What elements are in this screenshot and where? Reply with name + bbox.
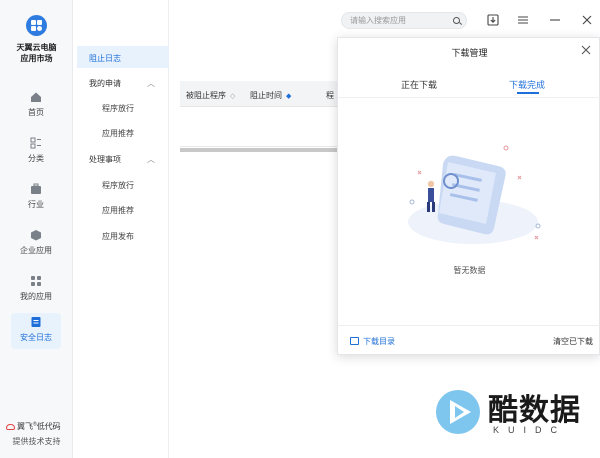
search-icon[interactable] xyxy=(453,17,460,24)
rail-item-label: 首页 xyxy=(28,108,44,117)
sub-nav: 阻止日志 我的申请 ︿ 程序放行 应用推荐 处理事项 ︿ 程序放行 应用推荐 应… xyxy=(73,0,169,458)
tab-downloading[interactable]: 正在下载 xyxy=(401,78,437,91)
sort-active-icon: ◆ xyxy=(286,93,292,100)
search-input[interactable] xyxy=(350,16,450,25)
clear-downloaded-button[interactable]: 清空已下载 xyxy=(553,336,593,347)
watermark-text: 酷数据 xyxy=(488,394,581,427)
subnav-item-app-publish[interactable]: 应用发布 xyxy=(102,231,134,242)
tabs-divider xyxy=(338,97,600,98)
rail-item-my-apps[interactable]: 我的应用 xyxy=(11,272,61,306)
group-label: 我的申请 xyxy=(89,79,121,88)
rail-item-label: 行业 xyxy=(28,200,44,209)
minimize-icon[interactable] xyxy=(547,12,563,28)
subnav-item-program-release[interactable]: 程序放行 xyxy=(102,103,134,114)
cube-icon xyxy=(31,230,41,241)
rail-item-label: 企业应用 xyxy=(20,246,52,255)
subnav-item-app-recommend[interactable]: 应用推荐 xyxy=(102,205,134,216)
footer-support-text: 提供技术支持 xyxy=(12,437,61,446)
rail-item-label: 分类 xyxy=(28,154,44,163)
footer-brand-suffix: 低代码 xyxy=(36,422,61,431)
app-logo xyxy=(26,15,47,36)
column-header-blocked-program[interactable]: 被阻止程序 ◇ xyxy=(186,90,235,101)
download-directory-link[interactable]: 下载目录 xyxy=(350,336,395,347)
download-manager-panel: 下载管理 正在下载 下载完成 暂无数据 下载目录 清空已下载 xyxy=(337,37,600,355)
cloud-logo-icon xyxy=(6,423,15,430)
close-window-icon[interactable] xyxy=(579,12,595,28)
rail-item-industry[interactable]: 行业 xyxy=(11,180,61,214)
folder-icon xyxy=(350,337,359,345)
footer-brand: 翼飞®低代码 xyxy=(6,421,70,432)
close-icon[interactable] xyxy=(580,44,592,56)
category-icon xyxy=(30,137,41,149)
group-label: 处理事项 xyxy=(89,155,121,164)
home-icon xyxy=(31,92,41,102)
column-header-partial[interactable]: 程 xyxy=(326,90,334,101)
horizontal-scrollbar[interactable] xyxy=(180,148,340,152)
tab-download-complete[interactable]: 下载完成 xyxy=(509,78,545,91)
subnav-item-block-log[interactable]: 阻止日志 xyxy=(77,46,169,68)
rail-item-security-log[interactable]: 安全日志 xyxy=(11,313,61,349)
watermark-subtext: KUIDC xyxy=(493,425,567,435)
subnav-group-my-requests[interactable]: 我的申请 ︿ xyxy=(89,78,155,89)
subnav-group-pending[interactable]: 处理事项 ︿ xyxy=(89,154,155,165)
rail-item-category[interactable]: 分类 xyxy=(11,134,61,168)
apps-grid-icon xyxy=(31,276,41,286)
rail-item-label: 我的应用 xyxy=(20,292,52,301)
subnav-item-program-release[interactable]: 程序放行 xyxy=(102,180,134,191)
log-icon xyxy=(31,317,41,327)
watermark-logo-icon xyxy=(436,390,480,434)
download-manager-icon[interactable] xyxy=(485,12,501,28)
watermark: 酷数据 KUIDC xyxy=(433,383,593,443)
sort-icon: ◇ xyxy=(230,93,236,100)
column-header-block-time[interactable]: 阻止时间 ◆ xyxy=(250,90,291,101)
panel-footer-divider xyxy=(338,325,600,326)
left-rail: 天翼云电脑 应用市场 首页 分类 行业 企业应用 我的应用 安全日志 翼飞®低代… xyxy=(0,0,73,458)
rail-item-home[interactable]: 首页 xyxy=(11,88,61,122)
active-tab-indicator xyxy=(517,92,539,94)
rail-item-label: 安全日志 xyxy=(20,333,52,342)
search-box[interactable] xyxy=(341,12,467,29)
footer-brand-name: 翼飞 xyxy=(17,422,33,431)
empty-state-illustration xyxy=(408,145,541,244)
brand-title: 天翼云电脑 应用市场 xyxy=(16,43,57,63)
rail-item-enterprise-apps[interactable]: 企业应用 xyxy=(11,226,61,260)
briefcase-icon xyxy=(31,183,41,194)
subnav-item-app-recommend[interactable]: 应用推荐 xyxy=(102,128,134,139)
menu-icon[interactable] xyxy=(515,12,531,28)
chevron-up-icon: ︿ xyxy=(147,155,155,164)
empty-state-text: 暂无数据 xyxy=(453,266,486,275)
panel-title: 下载管理 xyxy=(451,48,488,58)
chevron-up-icon: ︿ xyxy=(147,79,155,88)
